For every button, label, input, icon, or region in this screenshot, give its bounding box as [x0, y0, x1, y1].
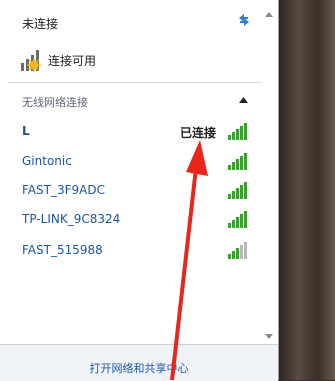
connections-available-label: 连接可用: [48, 53, 97, 68]
chevron-up-icon[interactable]: [239, 97, 248, 103]
scroll-down-arrow-icon[interactable]: [265, 334, 273, 339]
scroll-up-arrow-icon[interactable]: [265, 12, 273, 17]
network-item-fast-515988[interactable]: FAST_515988: [8, 237, 262, 263]
network-item-l[interactable]: L 已连接: [8, 118, 262, 144]
network-item-tp-link-9c8324[interactable]: TP-LINK_9C8324: [8, 206, 262, 232]
scrollbar[interactable]: [262, 8, 276, 348]
network-name: TP-LINK_9C8324: [22, 212, 121, 226]
network-name: FAST_515988: [22, 243, 103, 257]
wireless-section-header[interactable]: 无线网络连接: [22, 94, 88, 110]
wifi-signal-icon: [228, 153, 247, 170]
desktop-background: [278, 0, 335, 380]
network-connected-status: 已连接: [180, 126, 217, 140]
wifi-signal-icon: [228, 123, 247, 140]
refresh-icon[interactable]: [236, 12, 252, 28]
wifi-signal-icon: [228, 242, 247, 259]
connection-status-header: 未连接: [22, 17, 59, 31]
network-item-fast-3f9adc[interactable]: FAST_3F9ADC: [8, 177, 262, 203]
network-name: L: [22, 124, 30, 138]
wifi-signal-icon: [228, 211, 247, 228]
flyout-footer: 打开网络和共享中心: [0, 344, 278, 381]
network-item-gintonic[interactable]: Gintonic: [8, 148, 262, 174]
network-flyout-panel: 未连接 连接可用 无线网络连接 L 已连接 Gintonic FAST_3F9A…: [0, 0, 279, 381]
wifi-signal-icon: [228, 182, 247, 199]
section-divider: [8, 82, 262, 83]
network-available-icon: [21, 50, 41, 72]
network-name: FAST_3F9ADC: [22, 183, 105, 197]
open-network-sharing-center-link[interactable]: 打开网络和共享中心: [0, 360, 278, 376]
connections-available-row: 连接可用: [20, 46, 96, 74]
network-name: Gintonic: [22, 154, 72, 168]
